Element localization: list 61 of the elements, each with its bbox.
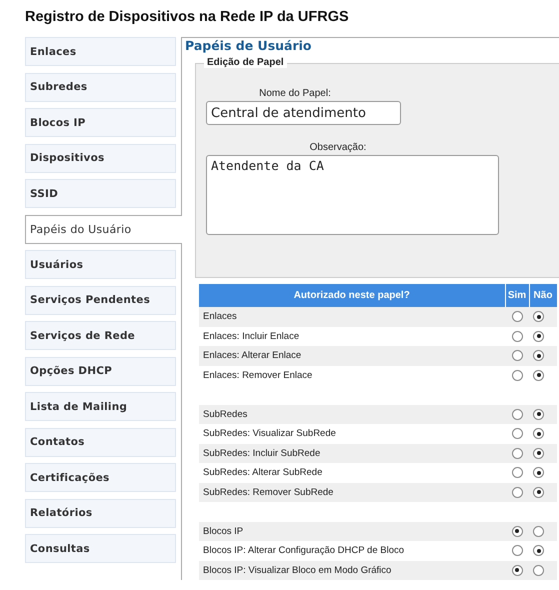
fieldset-legend: Edição de Papel bbox=[204, 57, 287, 68]
name-field[interactable]: Central de atendimento bbox=[206, 101, 401, 125]
observation-field[interactable]: Atendente da CA bbox=[206, 155, 499, 235]
sidebar-tab[interactable]: Blocos IP bbox=[25, 108, 176, 137]
radio-button[interactable] bbox=[533, 526, 544, 537]
radio-button[interactable] bbox=[533, 467, 544, 478]
radio-button[interactable] bbox=[512, 467, 522, 478]
sidebar-tab[interactable]: Subredes bbox=[25, 72, 176, 102]
sidebar-tab[interactable]: Opções DHCP bbox=[25, 356, 176, 386]
field-label: Observação: bbox=[308, 142, 368, 153]
permission-cell: Enlaces: Remover Enlace bbox=[199, 366, 505, 385]
permission-cell: Blocos IP bbox=[199, 522, 505, 541]
page-title: Registro de Dispositivos na Rede IP da UFRGS bbox=[25, 9, 350, 27]
radio-button[interactable] bbox=[512, 350, 522, 362]
sidebar-tab[interactable]: SSID bbox=[25, 179, 176, 208]
radio-button[interactable] bbox=[512, 564, 522, 576]
radio-button[interactable] bbox=[512, 370, 522, 381]
permission-cell: SubRedes: Visualizar SubRede bbox=[199, 424, 505, 444]
sidebar-tab[interactable]: Serviços de Rede bbox=[25, 321, 176, 350]
radio-button[interactable] bbox=[533, 311, 544, 322]
sidebar-tab[interactable]: Consultas bbox=[25, 534, 176, 563]
sidebar-tab[interactable]: Contatos bbox=[25, 428, 176, 456]
sidebar-tab[interactable]: Enlaces bbox=[25, 37, 176, 66]
sidebar-tab[interactable]: Papéis do Usuário bbox=[25, 214, 182, 244]
sidebar-tab[interactable]: Usuários bbox=[25, 250, 176, 279]
radio-button[interactable] bbox=[533, 545, 544, 556]
permission-cell: Blocos IP: Alterar Configuração DHCP de Bloco bbox=[199, 541, 505, 560]
radio-button[interactable] bbox=[512, 408, 522, 420]
sidebar-tab[interactable]: Dispositivos bbox=[25, 144, 176, 172]
sidebar-tab[interactable]: Serviços Pendentes bbox=[25, 286, 176, 314]
section-heading: Papéis de Usuário bbox=[185, 38, 313, 53]
permission-cell: SubRedes bbox=[199, 404, 505, 424]
radio-button[interactable] bbox=[533, 486, 544, 498]
permission-cell: Enlaces bbox=[199, 307, 505, 326]
radio-button[interactable] bbox=[533, 350, 544, 362]
column-header: Não bbox=[529, 284, 557, 307]
column-header: Autorizado neste papel? bbox=[199, 284, 505, 307]
radio-button[interactable] bbox=[512, 428, 522, 440]
permission-cell: SubRedes: Incluir SubRede bbox=[199, 444, 505, 463]
radio-button[interactable] bbox=[512, 311, 522, 322]
radio-button[interactable] bbox=[533, 428, 544, 440]
permission-cell: Enlaces: Incluir Enlace bbox=[199, 326, 505, 346]
radio-button[interactable] bbox=[512, 330, 522, 342]
permission-cell: Enlaces: Alterar Enlace bbox=[199, 346, 505, 366]
radio-button[interactable] bbox=[512, 526, 522, 537]
permission-cell: SubRedes: Remover SubRede bbox=[199, 482, 505, 502]
sidebar-tab[interactable]: Lista de Mailing bbox=[25, 392, 176, 421]
sidebar-tab[interactable]: Certificações bbox=[25, 463, 176, 492]
radio-button[interactable] bbox=[512, 486, 522, 498]
radio-button[interactable] bbox=[533, 330, 544, 342]
field-label: Nome do Papel: bbox=[258, 88, 332, 99]
permission-cell: SubRedes: Alterar SubRede bbox=[199, 463, 505, 482]
permission-cell: Blocos IP: Visualizar Bloco em Modo Gráfico bbox=[199, 560, 505, 580]
radio-button[interactable] bbox=[533, 564, 544, 576]
radio-button[interactable] bbox=[512, 545, 522, 556]
column-header: Sim bbox=[505, 284, 529, 307]
radio-button[interactable] bbox=[512, 448, 522, 459]
sidebar-tab[interactable]: Relatórios bbox=[25, 498, 176, 528]
radio-button[interactable] bbox=[533, 370, 544, 381]
radio-button[interactable] bbox=[533, 448, 544, 459]
radio-button[interactable] bbox=[533, 408, 544, 420]
